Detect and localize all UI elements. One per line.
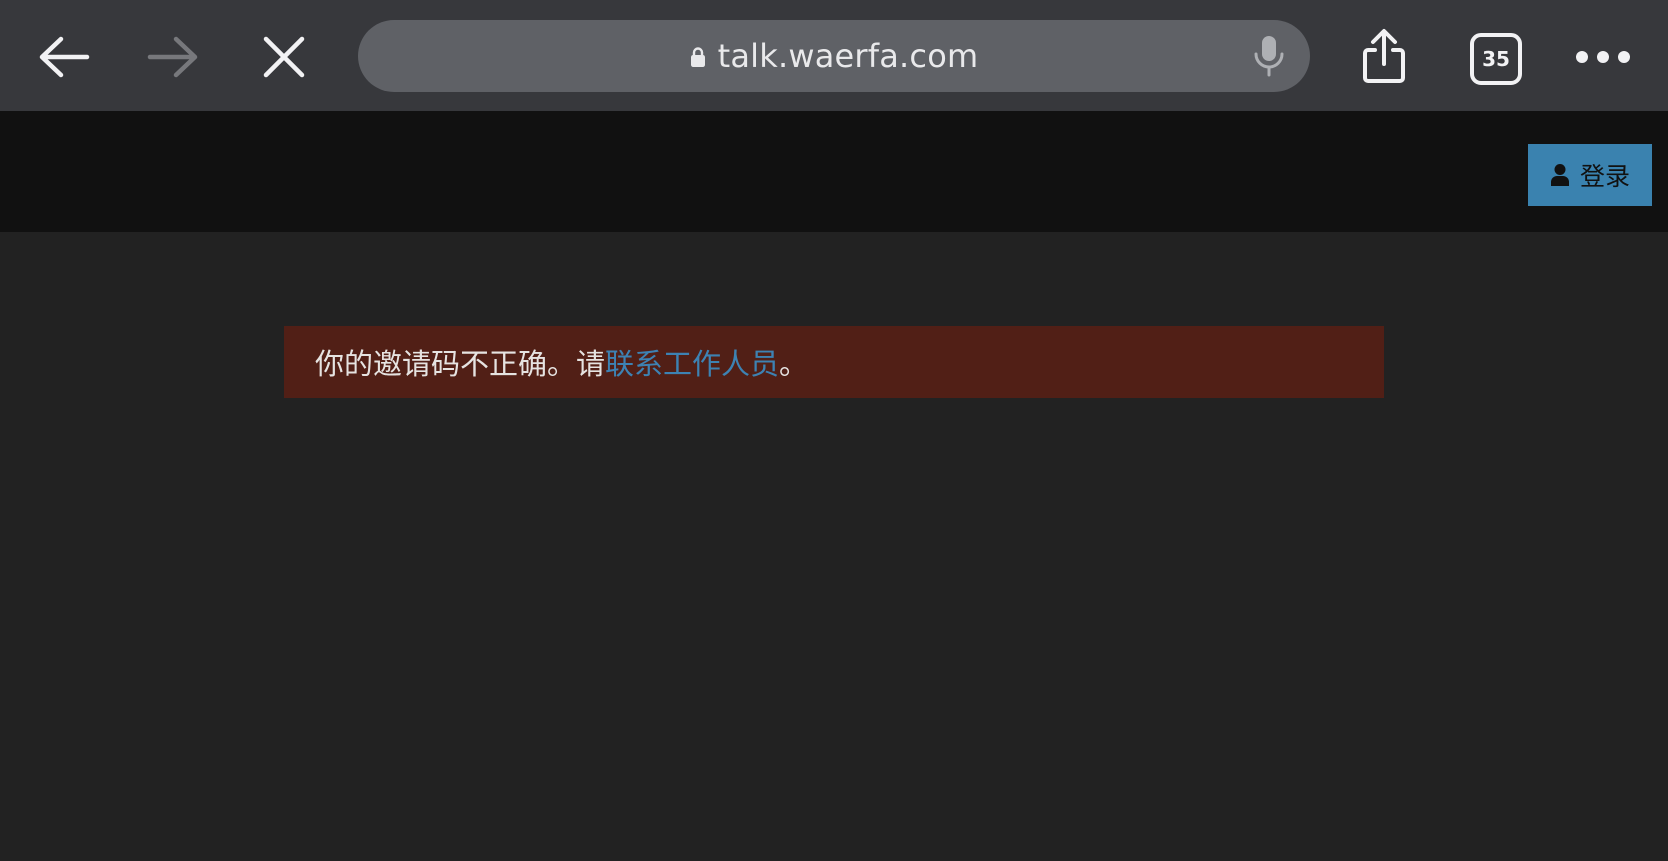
browser-toolbar: talk.waerfa.com 35 xyxy=(0,0,1668,111)
user-icon xyxy=(1550,164,1569,186)
more-button[interactable] xyxy=(1568,22,1638,92)
alert-text: 你的邀请码不正确。请 xyxy=(315,347,606,381)
tab-count: 35 xyxy=(1482,47,1510,71)
forward-button[interactable] xyxy=(138,22,208,92)
tabs-button[interactable]: 35 xyxy=(1470,33,1522,85)
lock-icon xyxy=(690,47,705,67)
error-alert: 你的邀请码不正确。请联系工作人员。 xyxy=(284,326,1384,398)
share-icon xyxy=(1363,29,1405,83)
alert-message: 你的邀请码不正确。请联系工作人员。 xyxy=(315,341,808,383)
arrow-left-icon xyxy=(39,36,90,78)
address-content: talk.waerfa.com xyxy=(358,20,1310,92)
back-button[interactable] xyxy=(29,22,99,92)
close-icon xyxy=(263,36,305,78)
contact-staff-link[interactable]: 联系工作人员 xyxy=(605,347,779,381)
login-button[interactable]: 登录 xyxy=(1528,144,1652,206)
alert-text-end: 。 xyxy=(779,347,809,381)
login-label: 登录 xyxy=(1579,162,1630,191)
url-text: talk.waerfa.com xyxy=(717,37,979,75)
microphone-icon[interactable] xyxy=(1252,34,1286,78)
site-header: 登录 xyxy=(0,111,1668,232)
address-bar[interactable]: talk.waerfa.com xyxy=(358,20,1310,92)
arrow-right-icon xyxy=(147,36,198,78)
more-dots-icon xyxy=(1576,51,1630,63)
share-button[interactable] xyxy=(1349,22,1419,92)
stop-button[interactable] xyxy=(249,22,319,92)
